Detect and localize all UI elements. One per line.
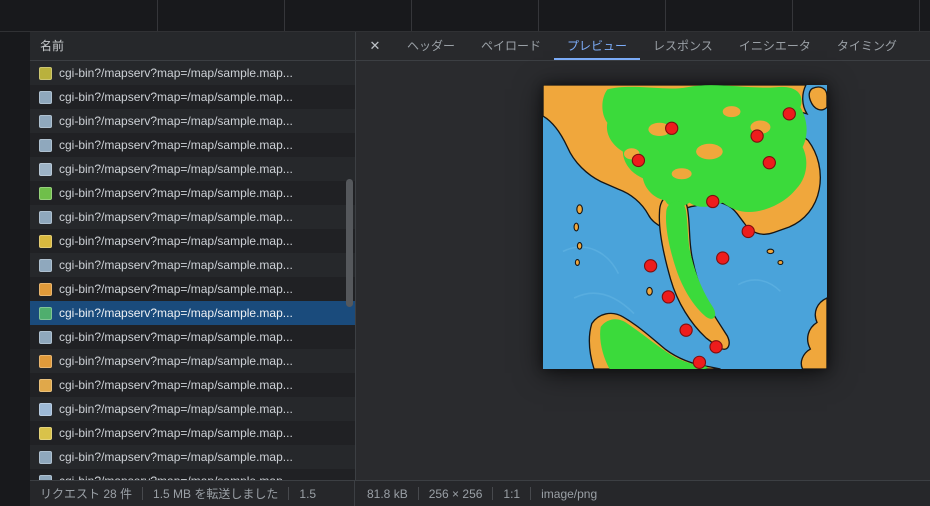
- map-point-marker: [707, 195, 719, 207]
- image-thumbnail-icon: [39, 259, 52, 272]
- image-thumbnail-icon: [39, 163, 52, 176]
- request-row[interactable]: cgi-bin?/mapserv?map=/map/sample.map...: [30, 181, 355, 205]
- map-point-marker: [680, 324, 692, 336]
- image-thumbnail-icon: [39, 403, 52, 416]
- request-row[interactable]: cgi-bin?/mapserv?map=/map/sample.map...: [30, 157, 355, 181]
- request-row[interactable]: cgi-bin?/mapserv?map=/map/sample.map...: [30, 325, 355, 349]
- request-name: cgi-bin?/mapserv?map=/map/sample.map...: [59, 354, 293, 368]
- request-name: cgi-bin?/mapserv?map=/map/sample.map...: [59, 330, 293, 344]
- status-item: 81.8 kB: [367, 487, 408, 501]
- request-name: cgi-bin?/mapserv?map=/map/sample.map...: [59, 186, 293, 200]
- map-point-marker: [662, 291, 674, 303]
- request-detail-panel: ✕ ヘッダーペイロードプレビューレスポンスイニシエータタイミング: [356, 32, 930, 480]
- map-point-marker: [666, 122, 678, 134]
- status-right: 81.8 kB 256 × 256 1:1 image/png: [355, 487, 930, 501]
- detail-tab[interactable]: ペイロード: [468, 32, 554, 60]
- request-name: cgi-bin?/mapserv?map=/map/sample.map...: [59, 114, 293, 128]
- status-item: 1:1: [503, 487, 520, 501]
- request-name: cgi-bin?/mapserv?map=/map/sample.map...: [59, 450, 293, 464]
- request-row[interactable]: cgi-bin?/mapserv?map=/map/sample.map...: [30, 445, 355, 469]
- request-name: cgi-bin?/mapserv?map=/map/sample.map...: [59, 282, 293, 296]
- image-thumbnail-icon: [39, 115, 52, 128]
- request-name: cgi-bin?/mapserv?map=/map/sample.map...: [59, 66, 293, 80]
- map-point-marker: [710, 341, 722, 353]
- request-name: cgi-bin?/mapserv?map=/map/sample.map...: [59, 234, 293, 248]
- request-list-wrap: cgi-bin?/mapserv?map=/map/sample.map... c…: [30, 61, 355, 480]
- status-item: 256 × 256: [429, 487, 483, 501]
- status-divider: [530, 487, 531, 500]
- tab-strip: ヘッダーペイロードプレビューレスポンスイニシエータタイミング: [394, 32, 910, 60]
- request-row[interactable]: cgi-bin?/mapserv?map=/map/sample.map...: [30, 301, 355, 325]
- request-row[interactable]: cgi-bin?/mapserv?map=/map/sample.map...: [30, 61, 355, 85]
- image-thumbnail-icon: [39, 355, 52, 368]
- map-point-marker: [632, 154, 644, 166]
- image-thumbnail-icon: [39, 91, 52, 104]
- request-row[interactable]: cgi-bin?/mapserv?map=/map/sample.map...: [30, 373, 355, 397]
- request-name: cgi-bin?/mapserv?map=/map/sample.map...: [59, 162, 293, 176]
- image-thumbnail-icon: [39, 67, 52, 80]
- request-row[interactable]: cgi-bin?/mapserv?map=/map/sample.map...: [30, 277, 355, 301]
- map-point-marker: [751, 130, 763, 142]
- network-request-panel: 名前 cgi-bin?/mapserv?map=/map/sample.map.…: [30, 32, 356, 480]
- detail-tab-bar: ✕ ヘッダーペイロードプレビューレスポンスイニシエータタイミング: [356, 32, 930, 61]
- request-row[interactable]: cgi-bin?/mapserv?map=/map/sample.map...: [30, 133, 355, 157]
- request-row[interactable]: cgi-bin?/mapserv?map=/map/sample.map...: [30, 397, 355, 421]
- request-row[interactable]: cgi-bin?/mapserv?map=/map/sample.map...: [30, 253, 355, 277]
- request-list: cgi-bin?/mapserv?map=/map/sample.map... c…: [30, 61, 355, 480]
- request-name: cgi-bin?/mapserv?map=/map/sample.map...: [59, 210, 293, 224]
- image-thumbnail-icon: [39, 187, 52, 200]
- detail-tab[interactable]: ヘッダー: [394, 32, 468, 60]
- image-thumbnail-icon: [39, 379, 52, 392]
- status-divider: [418, 487, 419, 500]
- status-item: リクエスト 28 件: [40, 485, 132, 502]
- map-point-marker: [783, 108, 795, 120]
- map-point-marker: [763, 157, 775, 169]
- request-row[interactable]: cgi-bin?/mapserv?map=/map/sample.map...: [30, 229, 355, 253]
- map-preview-image: [543, 85, 827, 369]
- image-thumbnail-icon: [39, 139, 52, 152]
- left-gutter: [0, 32, 30, 506]
- request-name: cgi-bin?/mapserv?map=/map/sample.map...: [59, 90, 293, 104]
- request-name: cgi-bin?/mapserv?map=/map/sample.map...: [59, 402, 293, 416]
- detail-tab[interactable]: イニシエータ: [726, 32, 824, 60]
- request-row[interactable]: cgi-bin?/mapserv?map=/map/sample.map...: [30, 85, 355, 109]
- image-thumbnail-icon: [39, 307, 52, 320]
- status-item: 1.5 MB を転送しました: [153, 485, 278, 502]
- image-thumbnail-icon: [39, 331, 52, 344]
- preview-pane: [356, 61, 930, 480]
- request-row[interactable]: cgi-bin?/mapserv?map=/map/sample.map...: [30, 205, 355, 229]
- request-row[interactable]: cgi-bin?/mapserv?map=/map/sample.map...: [30, 349, 355, 373]
- request-row[interactable]: cgi-bin?/mapserv?map=/map/sample.map...: [30, 469, 355, 480]
- image-thumbnail-icon: [39, 427, 52, 440]
- request-name: cgi-bin?/mapserv?map=/map/sample.map...: [59, 258, 293, 272]
- map-point-marker: [742, 225, 754, 237]
- request-name: cgi-bin?/mapserv?map=/map/sample.map...: [59, 378, 293, 392]
- status-divider: [492, 487, 493, 500]
- request-name: cgi-bin?/mapserv?map=/map/sample.map...: [59, 306, 293, 320]
- status-left: リクエスト 28 件 1.5 MB を転送しました 1.5: [30, 481, 355, 506]
- status-divider: [288, 487, 289, 500]
- request-row[interactable]: cgi-bin?/mapserv?map=/map/sample.map...: [30, 421, 355, 445]
- request-name: cgi-bin?/mapserv?map=/map/sample.map...: [59, 138, 293, 152]
- detail-tab[interactable]: プレビュー: [554, 32, 640, 60]
- map-point-marker: [717, 252, 729, 264]
- status-divider: [142, 487, 143, 500]
- request-name: cgi-bin?/mapserv?map=/map/sample.map...: [59, 426, 293, 440]
- detail-tab[interactable]: レスポンス: [640, 32, 726, 60]
- image-thumbnail-icon: [39, 283, 52, 296]
- image-thumbnail-icon: [39, 235, 52, 248]
- status-item: 1.5: [299, 487, 316, 501]
- image-thumbnail-icon: [39, 451, 52, 464]
- status-bar: リクエスト 28 件 1.5 MB を転送しました 1.5 81.8 kB 256 ×…: [30, 480, 930, 506]
- request-row[interactable]: cgi-bin?/mapserv?map=/map/sample.map...: [30, 109, 355, 133]
- map-point-marker: [693, 356, 705, 368]
- network-overview-strip[interactable]: [0, 0, 930, 32]
- name-column-header[interactable]: 名前: [30, 32, 355, 61]
- status-item: image/png: [541, 487, 597, 501]
- image-thumbnail-icon: [39, 211, 52, 224]
- map-point-marker: [645, 260, 657, 272]
- scrollbar-thumb[interactable]: [346, 179, 353, 307]
- detail-tab[interactable]: タイミング: [824, 32, 910, 60]
- close-icon[interactable]: ✕: [356, 32, 394, 60]
